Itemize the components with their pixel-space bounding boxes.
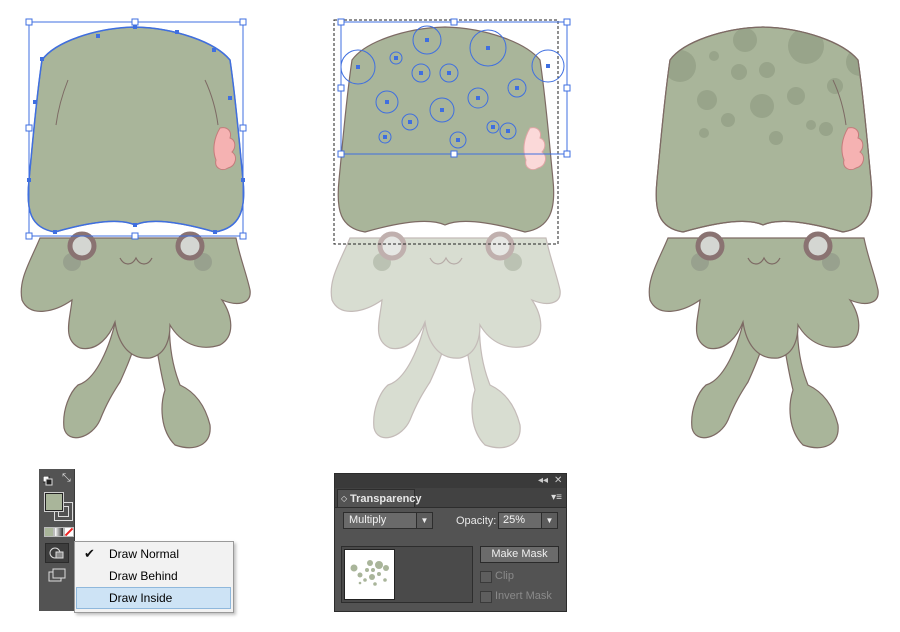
clip-checkbox[interactable] [480,571,492,583]
chevron-down-icon[interactable]: ▼ [416,513,432,528]
spots-thumbnail-image [350,560,389,586]
transparency-panel: ◂◂ ✕ ◇ Transparency ▾≡ Multiply ▼ Opacit… [334,473,567,612]
draw-mode-icon[interactable] [45,543,69,563]
menu-item-label: Draw Normal [109,547,180,561]
swap-arrow-icon[interactable]: ⤡ [62,473,72,484]
thumbnail-area [341,546,473,603]
panel-menu-icon[interactable]: ▾≡ [551,489,562,507]
blend-mode-value: Multiply [349,514,387,526]
clip-label: Clip [495,570,514,582]
opacity-value: 25% [503,514,526,526]
tools-panel: ⤡ [39,469,75,611]
invert-mask-label: Invert Mask [495,590,552,602]
opacity-label: Opacity: [456,515,497,527]
squid-1 [20,18,251,449]
blend-mode-dropdown[interactable]: Multiply ▼ [343,512,433,529]
invert-mask-checkbox[interactable] [480,591,492,603]
close-icon[interactable]: ✕ [554,474,562,488]
default-colors-icon[interactable] [42,473,53,486]
chevron-down-icon[interactable]: ▼ [541,513,557,528]
check-icon: ✔ [84,546,95,561]
squid-3 [648,26,879,449]
tab-arrow-icon: ◇ [341,494,348,503]
menu-item-label: Draw Inside [109,591,173,605]
panel-titlebar: ◂◂ ✕ [335,474,566,488]
collapse-icon[interactable]: ◂◂ [538,474,548,488]
menu-item-draw-normal[interactable]: ✔ Draw Normal [76,543,232,565]
opacity-field[interactable]: 25% ▼ [498,512,558,529]
make-mask-button[interactable]: Make Mask [480,546,559,563]
tab-label: Transparency [350,493,422,505]
screen-mode-icon[interactable] [48,568,66,582]
none-mode-button[interactable] [64,527,74,537]
menu-item-draw-inside[interactable]: Draw Inside [76,587,231,609]
gradient-mode-button[interactable] [54,527,64,537]
fill-swatch[interactable] [44,492,64,512]
panel-tab-row: ◇ Transparency ▾≡ [335,488,566,508]
squid-2 [330,18,571,449]
object-thumbnail[interactable] [344,549,395,600]
color-mode-button[interactable] [44,527,54,537]
menu-item-label: Draw Behind [109,569,178,583]
tab-transparency[interactable]: ◇ Transparency [337,489,422,507]
draw-mode-menu: ✔ Draw Normal Draw Behind Draw Inside [74,541,234,613]
menu-item-draw-behind[interactable]: Draw Behind [76,565,232,587]
